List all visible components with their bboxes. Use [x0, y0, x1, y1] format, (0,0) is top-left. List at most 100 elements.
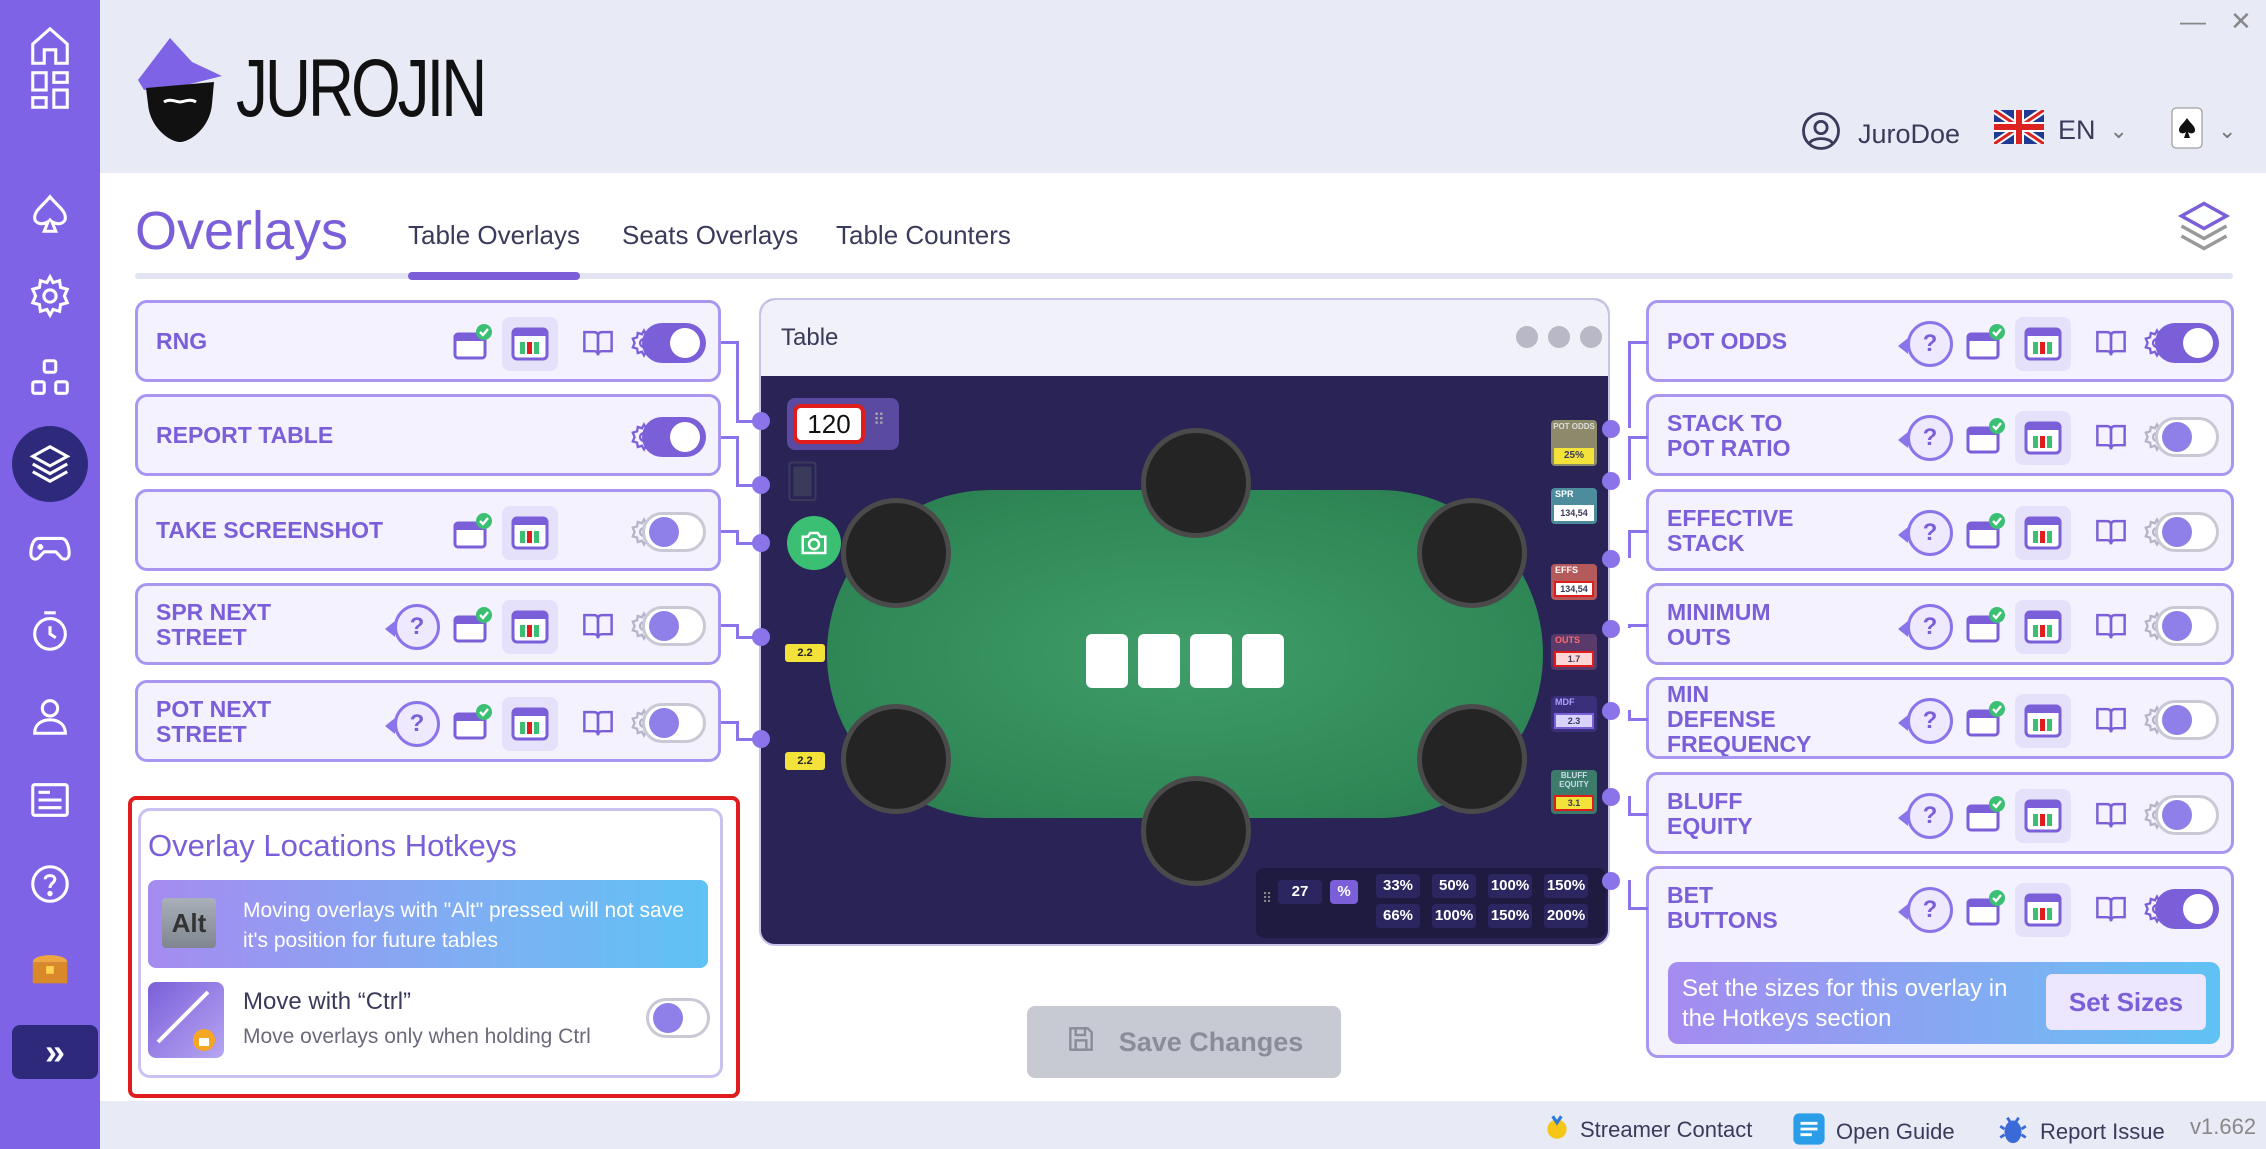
report-issue-link[interactable]: Report Issue	[1996, 1112, 2165, 1149]
table-position-icon[interactable]	[2015, 694, 2071, 748]
window-toggle-icon[interactable]	[1965, 323, 2005, 363]
alt-key-icon: Alt	[162, 898, 216, 948]
window-toggle-icon[interactable]	[452, 606, 492, 646]
overlay-toggle[interactable]	[2155, 512, 2219, 552]
overlay-toggle[interactable]	[642, 417, 706, 457]
window-toggle-icon[interactable]	[1965, 700, 2005, 740]
treasure-chest-icon[interactable]	[12, 930, 88, 1006]
overlay-toggle[interactable]	[2155, 417, 2219, 457]
overlay-toggle[interactable]	[2155, 606, 2219, 646]
table-position-icon[interactable]	[2015, 789, 2071, 843]
user-menu[interactable]: JuroDoe	[1800, 110, 1960, 159]
window-toggle-icon[interactable]	[452, 512, 492, 552]
expand-sidebar-button[interactable]: »	[12, 1025, 98, 1079]
overlay-row: POT NEXT STREET?	[135, 680, 721, 762]
window-toggle-icon[interactable]	[1965, 795, 2005, 835]
help-icon[interactable]: ?	[1898, 887, 1953, 933]
overlay-row: TAKE SCREENSHOT	[135, 489, 721, 571]
overlay-toggle[interactable]	[642, 606, 706, 646]
table-preview: Table 120 ⠿ 🂠 2.2 2.2 POT ODDS 25% SPR 1…	[759, 298, 1610, 946]
table-position-icon[interactable]	[2015, 506, 2071, 560]
guide-book-icon[interactable]	[2091, 700, 2131, 740]
table-position-icon[interactable]	[502, 600, 558, 654]
overlay-toggle[interactable]	[2155, 795, 2219, 835]
guide-book-icon[interactable]	[2091, 323, 2131, 363]
guide-book-icon[interactable]	[578, 606, 618, 646]
overlay-toggle[interactable]	[642, 323, 706, 363]
overlay-toggle[interactable]	[2155, 700, 2219, 740]
guide-book-icon[interactable]	[2091, 889, 2131, 929]
guide-book-icon[interactable]	[2091, 606, 2131, 646]
board-card	[1138, 634, 1180, 688]
user-icon[interactable]	[12, 678, 88, 754]
set-sizes-button[interactable]: Set Sizes	[2046, 974, 2206, 1030]
minimize-icon[interactable]: —	[2180, 6, 2206, 37]
connector	[1628, 796, 1631, 813]
guide-book-icon[interactable]	[2091, 512, 2131, 552]
gamepad-icon[interactable]	[12, 510, 88, 586]
guide-book-icon[interactable]	[2091, 795, 2131, 835]
gear-icon[interactable]	[12, 258, 88, 334]
window-toggle-icon[interactable]	[1965, 417, 2005, 457]
window-toggle-icon[interactable]	[1965, 512, 2005, 552]
guide-book-icon[interactable]	[2091, 417, 2131, 457]
open-guide-link[interactable]: Open Guide	[1792, 1112, 1955, 1149]
chevron-down-icon: ⌄	[2218, 117, 2237, 143]
bet-size-cell: 33%	[1376, 874, 1420, 898]
hotkeys-icon[interactable]	[12, 340, 88, 416]
window-toggle-icon[interactable]	[1965, 889, 2005, 929]
help-icon[interactable]: ?	[1898, 321, 1953, 367]
effs-hud: EFFS 134,54	[1551, 564, 1597, 600]
window-toggle-icon[interactable]	[1965, 606, 2005, 646]
ctrl-toggle[interactable]	[646, 998, 710, 1038]
help-icon[interactable]: ?	[1898, 415, 1953, 461]
overlay-toggle[interactable]	[642, 512, 706, 552]
overlay-toggle[interactable]	[642, 703, 706, 743]
help-icon[interactable]: ?	[385, 701, 440, 747]
help-icon[interactable]: ?	[385, 604, 440, 650]
table-position-icon[interactable]	[2015, 883, 2071, 937]
help-icon[interactable]: ?	[1898, 698, 1953, 744]
streamer-contact-link[interactable]: Streamer Contact	[1544, 1112, 1752, 1148]
help-icon[interactable]	[12, 846, 88, 922]
overlay-toggle[interactable]	[2155, 889, 2219, 929]
overlay-row: SPR NEXT STREET?	[135, 583, 721, 665]
table-position-icon[interactable]	[2015, 600, 2071, 654]
table-position-icon[interactable]	[2015, 317, 2071, 371]
table-position-icon[interactable]	[502, 697, 558, 751]
tab-table-overlays[interactable]: Table Overlays	[408, 220, 580, 251]
timer-icon[interactable]	[12, 594, 88, 670]
connector	[1628, 624, 1648, 627]
window-toggle-icon[interactable]	[452, 323, 492, 363]
help-icon[interactable]: ?	[1898, 510, 1953, 556]
layers-settings-icon[interactable]	[2172, 196, 2236, 261]
guide-book-icon[interactable]	[578, 323, 618, 363]
deck-select[interactable]: ⌄	[2170, 106, 2236, 155]
table-position-icon[interactable]	[2015, 411, 2071, 465]
overlay-toggle[interactable]	[2155, 323, 2219, 363]
bet-size-cell: 66%	[1376, 904, 1420, 928]
window-toggle-icon[interactable]	[452, 703, 492, 743]
dashboard-icon[interactable]	[12, 52, 88, 128]
connector	[1602, 872, 1620, 890]
close-icon[interactable]: ✕	[2230, 6, 2252, 37]
guide-book-icon[interactable]	[578, 703, 618, 743]
tab-seats-overlays[interactable]: Seats Overlays	[622, 220, 798, 251]
overlay-row: BLUFF EQUITY?	[1646, 772, 2234, 854]
save-changes-button[interactable]: Save Changes	[1027, 1006, 1341, 1078]
table-position-icon[interactable]	[502, 506, 558, 560]
bug-icon	[1996, 1112, 2030, 1149]
table-position-icon[interactable]	[502, 317, 558, 371]
tab-table-counters[interactable]: Table Counters	[836, 220, 1011, 251]
connector	[1602, 472, 1620, 490]
spade-icon[interactable]	[12, 176, 88, 252]
hotkeys-title: Overlay Locations Hotkeys	[148, 828, 517, 863]
connector	[1628, 530, 1631, 558]
layers-icon[interactable]	[12, 426, 88, 502]
seat	[1141, 428, 1251, 538]
help-icon[interactable]: ?	[1898, 604, 1953, 650]
news-icon[interactable]	[12, 762, 88, 838]
language-select[interactable]: EN ⌄	[1992, 107, 2128, 151]
help-icon[interactable]: ?	[1898, 793, 1953, 839]
connector	[736, 484, 756, 487]
